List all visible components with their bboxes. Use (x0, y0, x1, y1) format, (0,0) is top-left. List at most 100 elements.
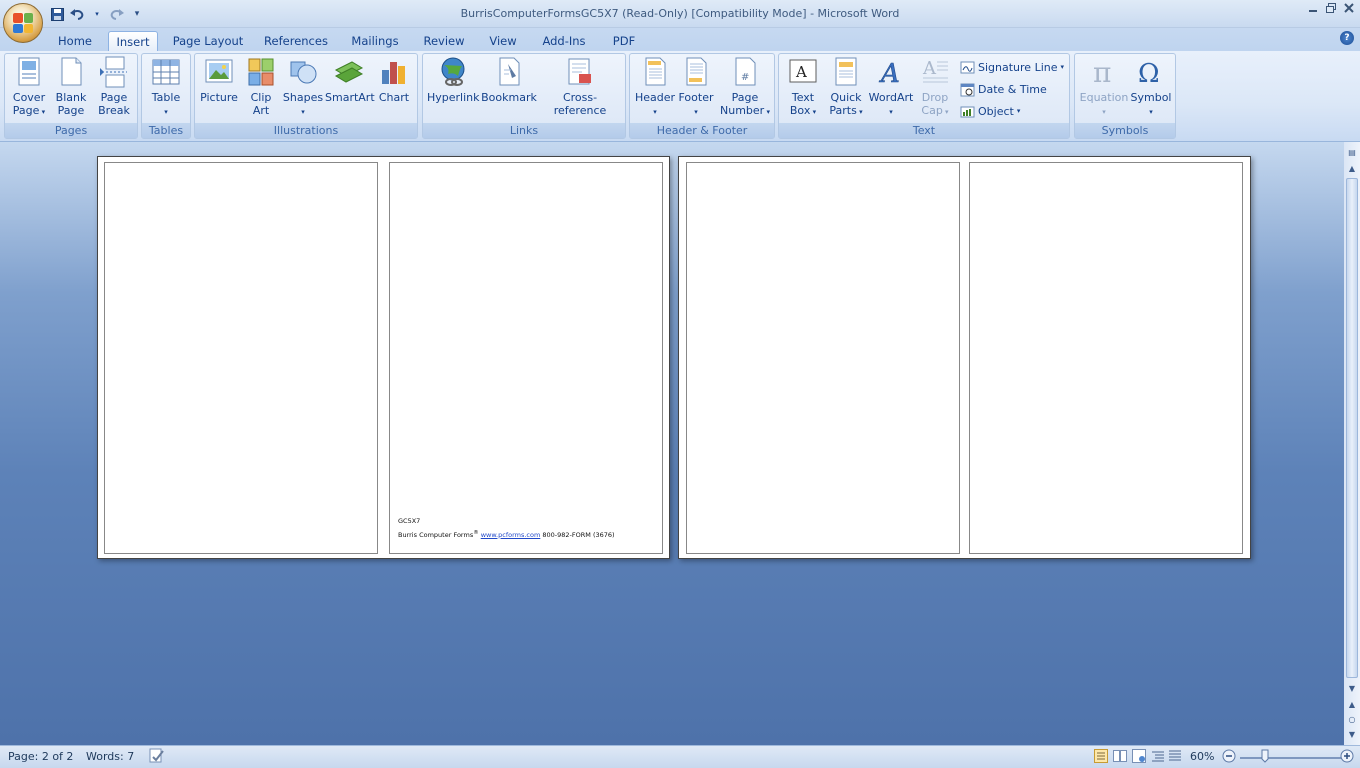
ribbon-tabs: Home Insert Page Layout References Maili… (0, 28, 1360, 51)
page-count[interactable]: Page: 2 of 2 (8, 750, 73, 763)
svg-text:A: A (879, 59, 900, 88)
drop-cap-label-2: Cap (921, 104, 943, 117)
text-group: A Text Box ▾ Quick Parts ▾ A WordArt ▾ A… (778, 53, 1070, 139)
page-2[interactable] (678, 156, 1251, 559)
document-area[interactable]: GC5X7 Burris Computer Forms® www.pcforms… (0, 142, 1344, 745)
minimize-icon[interactable] (1308, 2, 1318, 16)
tab-page-layout[interactable]: Page Layout (170, 31, 246, 51)
dropdown-arrow-icon: ▾ (653, 108, 657, 116)
tab-insert[interactable]: Insert (108, 31, 158, 51)
zoom-slider-thumb[interactable] (1261, 749, 1269, 766)
footer-company: Burris Computer Forms (398, 531, 474, 539)
symbol-button[interactable]: Ω Symbol ▾ (1129, 56, 1173, 119)
cross-reference-label: Cross-reference (553, 91, 607, 117)
tab-home[interactable]: Home (52, 31, 98, 51)
tab-mailings[interactable]: Mailings (346, 31, 404, 51)
proofing-icon[interactable] (148, 748, 166, 767)
close-icon[interactable] (1344, 2, 1354, 16)
date-time-button[interactable]: Date & Time (960, 80, 1047, 98)
card-panel[interactable] (686, 162, 960, 554)
cover-page-button[interactable]: Cover Page ▾ (7, 56, 51, 119)
dropdown-arrow-icon: ▾ (39, 108, 46, 116)
card-panel[interactable]: GC5X7 Burris Computer Forms® www.pcforms… (389, 162, 663, 554)
bookmark-button[interactable]: Bookmark (481, 56, 537, 104)
blank-page-button[interactable]: Blank Page (51, 56, 91, 117)
page-break-icon (100, 56, 127, 88)
card-panel[interactable] (104, 162, 378, 554)
web-layout-icon[interactable] (1132, 749, 1146, 766)
blank-page-label-1: Blank (55, 91, 87, 104)
page-number-button[interactable]: # Page Number ▾ (718, 56, 772, 119)
vertical-scrollbar[interactable]: ▤ ▲ ▼ ▲ ○ ▼ (1344, 142, 1360, 745)
object-button[interactable]: Object ▾ (960, 102, 1020, 120)
dropdown-arrow-icon: ▾ (764, 108, 770, 116)
clip-art-label-1: Clip (250, 91, 272, 104)
next-page-icon[interactable]: ▼ (1345, 728, 1359, 742)
page-1[interactable]: GC5X7 Burris Computer Forms® www.pcforms… (97, 156, 670, 559)
print-layout-icon[interactable] (1094, 749, 1108, 766)
clip-art-button[interactable]: Clip Art (241, 56, 281, 117)
wordart-button[interactable]: A WordArt ▾ (867, 56, 915, 119)
tab-add-ins[interactable]: Add-Ins (536, 31, 592, 51)
footer-button[interactable]: Footer ▾ (676, 56, 716, 119)
dropdown-arrow-icon: ▾ (942, 108, 949, 116)
full-screen-reading-icon[interactable] (1113, 749, 1127, 766)
scrollbar-thumb[interactable] (1346, 178, 1358, 678)
blank-page-icon (61, 57, 82, 86)
tab-references[interactable]: References (260, 31, 332, 51)
dropdown-arrow-icon: ▾ (1060, 63, 1065, 71)
tab-review[interactable]: Review (418, 31, 470, 51)
object-icon (960, 106, 975, 117)
ribbon: Cover Page ▾ Blank Page Page Break Pages… (0, 51, 1360, 142)
signature-line-icon (960, 61, 975, 73)
dropdown-arrow-icon: ▾ (856, 108, 863, 116)
svg-text:#: # (741, 72, 749, 83)
chart-button[interactable]: Chart (373, 56, 415, 104)
wordart-label: WordArt (868, 91, 914, 104)
zoom-out-icon[interactable] (1222, 749, 1236, 766)
text-box-button[interactable]: A Text Box ▾ (781, 56, 825, 119)
draft-view-icon[interactable] (1168, 749, 1182, 766)
footer-phone: 800-982-FORM (3676) (542, 531, 615, 539)
text-box-label-1: Text (791, 91, 815, 104)
page-number-label-1: Page (731, 91, 759, 104)
footer-website-link[interactable]: www.pcforms.com (481, 531, 541, 539)
select-browse-object-icon[interactable]: ○ (1345, 713, 1359, 727)
scroll-up-icon[interactable]: ▲ (1345, 162, 1359, 176)
zoom-level[interactable]: 60% (1190, 750, 1214, 763)
page-number-icon: # (735, 57, 756, 86)
equation-button: π Equation ▾ (1077, 56, 1131, 119)
signature-line-button[interactable]: Signature Line ▾ (960, 58, 1064, 76)
table-button[interactable]: Table ▾ (145, 56, 187, 119)
hyperlink-button[interactable]: Hyperlink (427, 56, 480, 104)
tab-view[interactable]: View (484, 31, 522, 51)
zoom-in-icon[interactable] (1340, 749, 1354, 766)
hyperlink-icon (441, 57, 465, 86)
previous-page-icon[interactable]: ▲ (1345, 698, 1359, 712)
object-label: Object (978, 104, 1014, 118)
cross-reference-button[interactable]: Cross-reference (537, 56, 623, 117)
pages-group: Cover Page ▾ Blank Page Page Break Pages (4, 53, 138, 139)
scroll-down-icon[interactable]: ▼ (1345, 682, 1359, 696)
picture-button[interactable]: Picture (198, 56, 240, 104)
outline-view-icon[interactable] (1151, 749, 1165, 766)
page-break-button[interactable]: Page Break (93, 56, 135, 117)
word-count[interactable]: Words: 7 (86, 750, 134, 763)
office-button[interactable] (3, 3, 43, 43)
tab-pdf[interactable]: PDF (606, 31, 642, 51)
form-code: GC5X7 (398, 516, 421, 525)
page-footer-text[interactable]: GC5X7 Burris Computer Forms® www.pcforms… (398, 515, 615, 541)
restore-icon[interactable] (1326, 2, 1336, 16)
header-button[interactable]: Header ▾ (634, 56, 676, 119)
office-logo-icon (13, 13, 33, 33)
zoom-slider-track[interactable] (1240, 757, 1342, 759)
quick-parts-label-2: Parts (829, 104, 857, 117)
shapes-button[interactable]: Shapes ▾ (281, 56, 325, 119)
quick-parts-button[interactable]: Quick Parts ▾ (825, 56, 867, 119)
smartart-button[interactable]: SmartArt (325, 56, 375, 104)
pages-group-label: Pages (5, 123, 137, 138)
ruler-toggle-icon[interactable]: ▤ (1345, 146, 1359, 160)
tables-group-label: Tables (142, 123, 190, 138)
card-panel[interactable] (969, 162, 1243, 554)
help-icon[interactable]: ? (1340, 31, 1354, 45)
